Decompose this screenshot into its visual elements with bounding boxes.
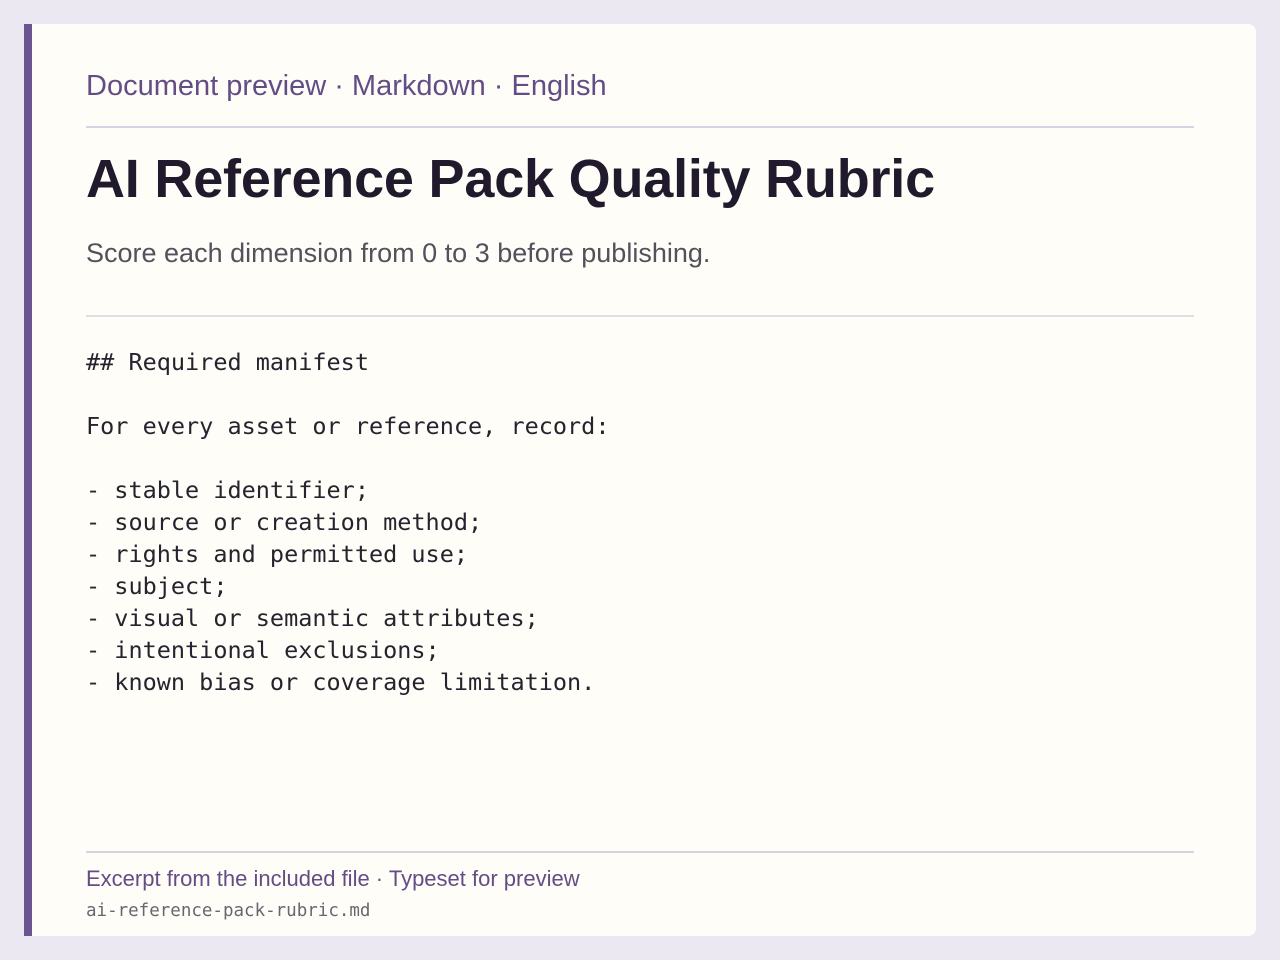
markdown-line: ## Required manifest [86,348,369,376]
markdown-line: - known bias or coverage limitation. [86,668,596,696]
markdown-line: - visual or semantic attributes; [86,604,539,632]
markdown-line: - intentional exclusions; [86,636,440,664]
footer-note: Excerpt from the included file · Typeset… [86,866,580,891]
footer-divider [86,851,1194,853]
document-card: Document preview · Markdown · English AI… [24,24,1256,936]
markdown-line: - subject; [86,572,228,600]
document-subtitle: Score each dimension from 0 to 3 before … [86,238,711,268]
body-divider [86,315,1194,317]
markdown-line: For every asset or reference, record: [86,412,610,440]
header-divider [86,126,1194,128]
document-content: Document preview · Markdown · English AI… [86,24,1194,936]
markdown-excerpt: ## Required manifest For every asset or r… [86,346,609,698]
preview-kicker: Document preview · Markdown · English [86,70,607,102]
footer-filename: ai-reference-pack-rubric.md [86,901,371,921]
markdown-line: - rights and permitted use; [86,540,469,568]
markdown-line: - stable identifier; [86,476,369,504]
document-title: AI Reference Pack Quality Rubric [86,149,935,209]
markdown-line: - source or creation method; [86,508,483,536]
